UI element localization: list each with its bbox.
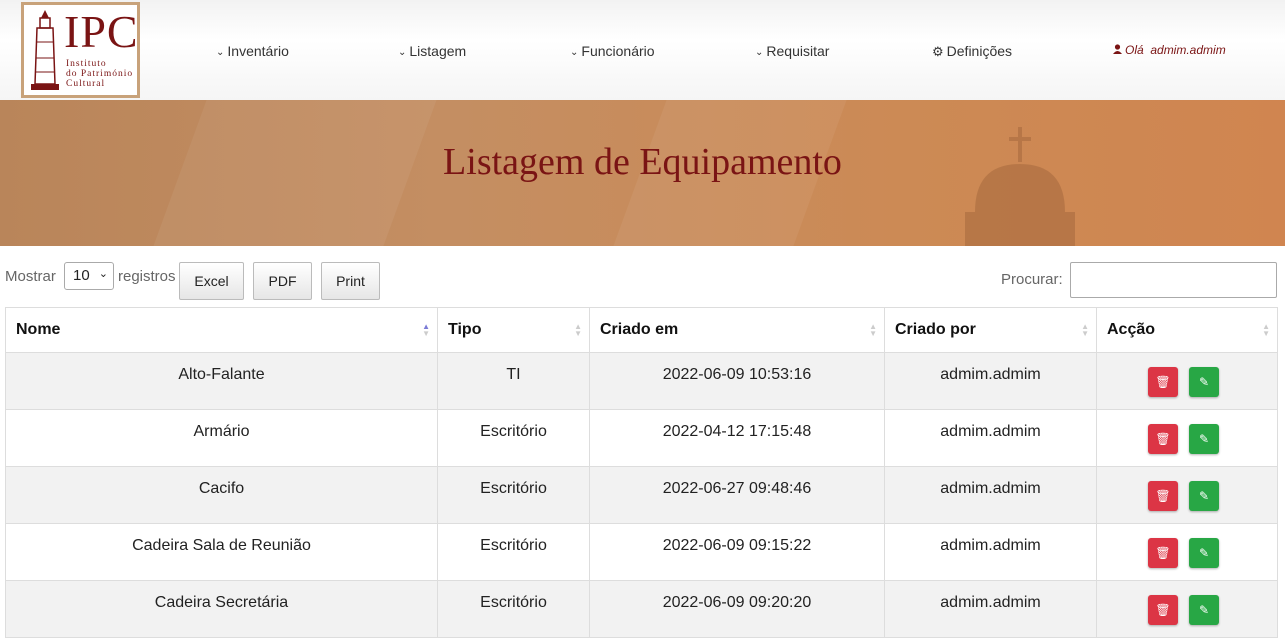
table-row: Cadeira Secretária Escritório 2022-06-09… [5,580,1278,638]
column-header-criado-em[interactable]: Criado em ▲ ▼ [589,307,885,353]
delete-button[interactable]: 🗑 [1148,538,1178,568]
trash-icon: 🗑 [1155,432,1171,446]
column-header-tipo[interactable]: Tipo ▲ ▼ [437,307,590,353]
table-row: Cacifo Escritório 2022-06-27 09:48:46 ad… [5,466,1278,524]
sort-icon: ▲ ▼ [1081,322,1089,338]
edit-button[interactable]: ✎ [1189,538,1219,568]
cell-tipo: TI [437,352,590,410]
show-label: Mostrar [5,268,56,285]
nav-listagem[interactable]: ⌄ Listagem [398,43,466,59]
edit-icon: ✎ [1198,546,1210,560]
cell-criado-por: admim.admim [884,580,1097,638]
lighthouse-icon [31,10,59,90]
page-banner: Listagem de Equipamento [0,100,1285,246]
search-input[interactable] [1070,262,1277,298]
chevron-down-icon: ⌄ [570,47,579,58]
records-label: registros [118,268,176,285]
delete-button[interactable]: 🗑 [1148,481,1178,511]
table-row: Cadeira Sala de Reunião Escritório 2022-… [5,523,1278,581]
table-row: Armário Escritório 2022-04-12 17:15:48 a… [5,409,1278,467]
cell-tipo: Escritório [437,466,590,524]
cell-criado-em: 2022-06-09 09:20:20 [589,580,885,638]
chevron-down-icon: ⌄ [755,47,764,58]
cell-tipo: Escritório [437,580,590,638]
sort-icon: ▲ ▼ [869,322,877,338]
edit-icon: ✎ [1198,489,1210,503]
logo-acronym: IPC [64,6,139,57]
table-header-row: Nome ▲ ▼ Tipo ▲ ▼ Criado em ▲ ▼ Criado por ▲ ▼ A… [5,307,1278,353]
pdf-button[interactable]: PDF [253,262,312,300]
cell-tipo: Escritório [437,409,590,467]
delete-button[interactable]: 🗑 [1148,367,1178,397]
trash-icon: 🗑 [1155,546,1171,560]
column-header-criado-por[interactable]: Criado por ▲ ▼ [884,307,1097,353]
nav-definicoes[interactable]: ⚙ Definições [932,43,1012,60]
edit-button[interactable]: ✎ [1189,595,1219,625]
sort-icon: ▲ ▼ [1262,322,1270,338]
cell-tipo: Escritório [437,523,590,581]
delete-button[interactable]: 🗑 [1148,424,1178,454]
ipc-logo[interactable]: IPC Instituto do Património Cultural [21,2,140,98]
edit-button[interactable]: ✎ [1189,367,1219,397]
cell-actions: 🗑 ✎ [1096,466,1278,524]
top-navbar: IPC Instituto do Património Cultural ⌄ In… [0,0,1285,100]
chevron-down-icon: ⌄ [216,47,225,58]
print-button[interactable]: Print [321,262,380,300]
edit-icon: ✎ [1198,603,1210,617]
cell-criado-por: admim.admim [884,523,1097,581]
gear-icon: ⚙ [932,44,944,59]
sort-icon: ▲ ▼ [574,322,582,338]
page-size-select[interactable]: 10 ⌄ [64,262,114,290]
logo-subtitle: Instituto do Património Cultural [66,59,134,89]
trash-icon: 🗑 [1155,489,1171,503]
page-title: Listagem de Equipamento [443,141,842,183]
equipment-table: Nome ▲ ▼ Tipo ▲ ▼ Criado em ▲ ▼ Criado por ▲ ▼ A… [5,307,1278,638]
chevron-down-icon: ⌄ [98,268,108,280]
edit-button[interactable]: ✎ [1189,481,1219,511]
cell-criado-em: 2022-06-09 09:15:22 [589,523,885,581]
cell-actions: 🗑 ✎ [1096,352,1278,410]
cell-actions: 🗑 ✎ [1096,580,1278,638]
nav-funcionario[interactable]: ⌄ Funcionário [570,43,655,59]
table-row: Alto-Falante TI 2022-06-09 10:53:16 admi… [5,352,1278,410]
search-label: Procurar: [1001,271,1063,288]
cell-nome: Cacifo [5,466,438,524]
edit-button[interactable]: ✎ [1189,424,1219,454]
edit-icon: ✎ [1198,375,1210,389]
excel-button[interactable]: Excel [179,262,244,300]
trash-icon: 🗑 [1155,375,1171,389]
cell-criado-em: 2022-06-09 10:53:16 [589,352,885,410]
chevron-down-icon: ⌄ [398,47,407,58]
cell-actions: 🗑 ✎ [1096,523,1278,581]
cell-nome: Cadeira Sala de Reunião [5,523,438,581]
cell-criado-em: 2022-06-27 09:48:46 [589,466,885,524]
user-icon [1113,44,1122,54]
trash-icon: 🗑 [1155,603,1171,617]
user-greeting[interactable]: Olá admim.admim [1113,43,1226,57]
column-header-accao[interactable]: Acção ▲ ▼ [1096,307,1278,353]
cell-actions: 🗑 ✎ [1096,409,1278,467]
cell-criado-por: admim.admim [884,466,1097,524]
cell-criado-por: admim.admim [884,409,1097,467]
sort-ascending-icon: ▲ ▼ [422,322,430,338]
nav-inventario[interactable]: ⌄ Inventário [216,43,289,59]
cell-nome: Alto-Falante [5,352,438,410]
cell-nome: Armário [5,409,438,467]
cell-criado-em: 2022-04-12 17:15:48 [589,409,885,467]
cell-nome: Cadeira Secretária [5,580,438,638]
column-header-nome[interactable]: Nome ▲ ▼ [5,307,438,353]
edit-icon: ✎ [1198,432,1210,446]
delete-button[interactable]: 🗑 [1148,595,1178,625]
nav-requisitar[interactable]: ⌄ Requisitar [755,43,829,59]
cell-criado-por: admim.admim [884,352,1097,410]
